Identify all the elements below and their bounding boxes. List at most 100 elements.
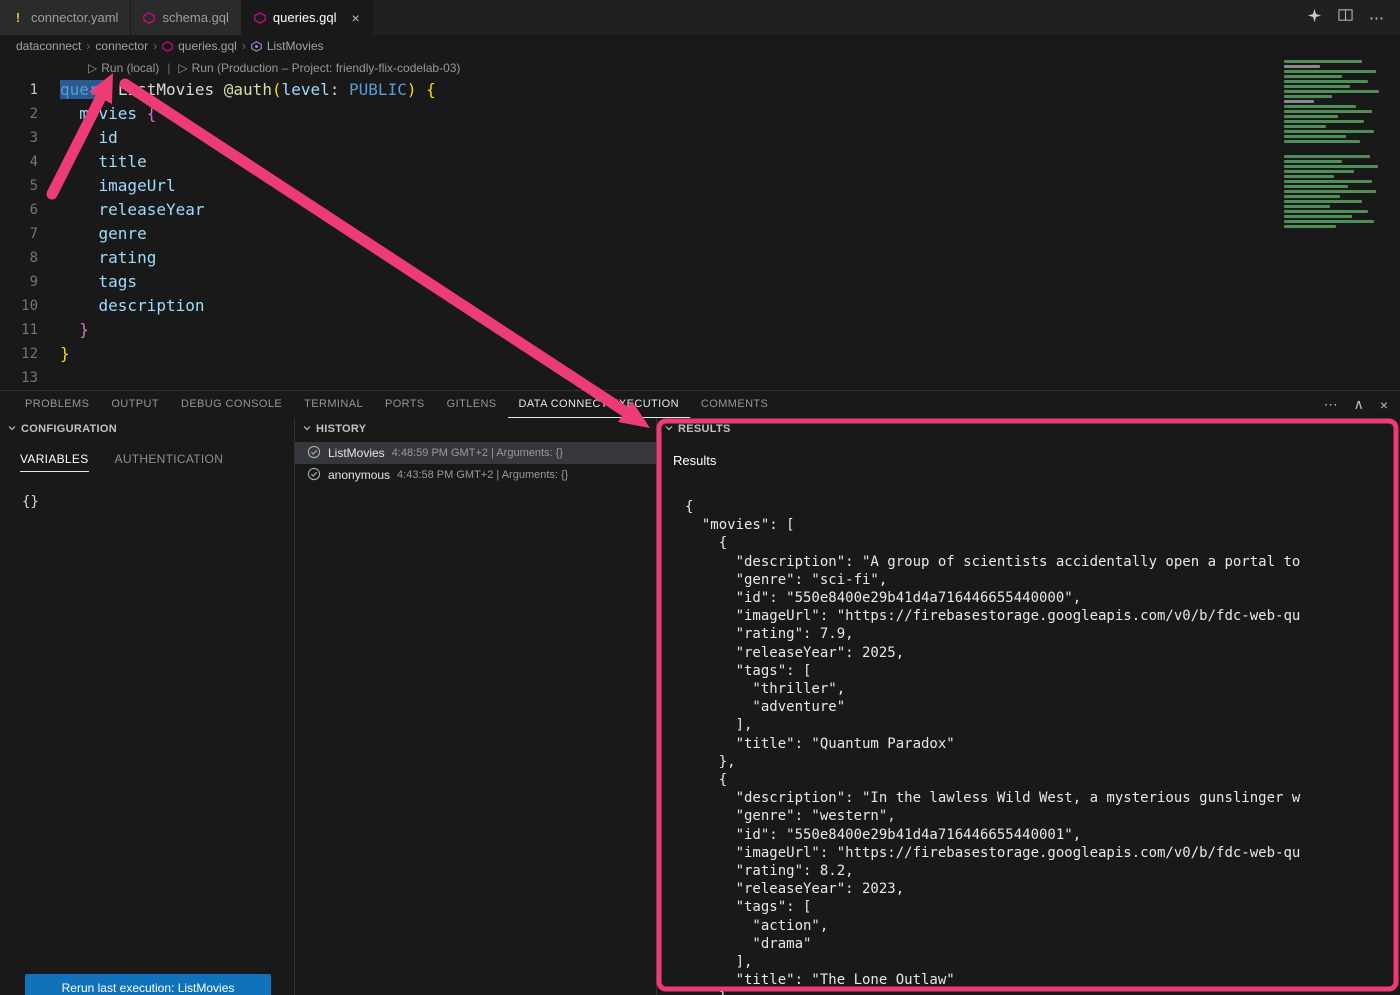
tab-label: connector.yaml: [31, 10, 118, 25]
editor-actions: ⋯: [1307, 0, 1400, 35]
data-connect-execution-view: CONFIGURATION VARIABLES AUTHENTICATION {…: [0, 418, 1400, 995]
history-item-listmovies[interactable]: ListMovies 4:48:59 PM GMT+2 | Arguments:…: [295, 442, 656, 464]
line-number: 9: [0, 270, 60, 294]
play-icon: ▷: [88, 61, 97, 75]
panel-tab-comments[interactable]: COMMENTS: [690, 391, 779, 418]
results-title: RESULTS: [678, 423, 731, 435]
configuration-title: CONFIGURATION: [21, 423, 117, 435]
status-check-icon: [307, 467, 321, 484]
codelens: ▷ Run (local) | ▷ Run (Production – Proj…: [0, 57, 1400, 78]
panel-tab-data-connect-execution[interactable]: DATA CONNECT EXECUTION: [508, 391, 690, 418]
minimap[interactable]: [1284, 60, 1396, 230]
history-header[interactable]: HISTORY: [295, 418, 656, 440]
configuration-tabs: VARIABLES AUTHENTICATION: [0, 446, 294, 472]
split-editor-icon[interactable]: [1338, 8, 1353, 27]
line-number: 12: [0, 342, 60, 366]
panel-tab-bar: PROBLEMSOUTPUTDEBUG CONSOLETERMINALPORTS…: [0, 391, 1400, 418]
graphql-icon: [254, 12, 266, 24]
tab-variables[interactable]: VARIABLES: [20, 446, 89, 472]
tab-label: schema.gql: [162, 10, 228, 25]
code-line[interactable]: 4 title: [0, 150, 1400, 174]
breadcrumb-queries-gql[interactable]: queries.gql: [178, 39, 237, 53]
panel-tab-output[interactable]: OUTPUT: [100, 391, 170, 418]
run-production-link[interactable]: ▷ Run (Production – Project: friendly-fl…: [178, 61, 460, 75]
panel-tab-problems[interactable]: PROBLEMS: [14, 391, 100, 418]
panel-tab-ports[interactable]: PORTS: [374, 391, 436, 418]
code-line[interactable]: 7 genre: [0, 222, 1400, 246]
play-icon: ▷: [178, 61, 187, 75]
editor-tab-bar: ! connector.yaml schema.gql queries.gql …: [0, 0, 1400, 35]
breadcrumb-separator: ›: [242, 39, 246, 53]
code-line[interactable]: 5 imageUrl: [0, 174, 1400, 198]
graphql-file-icon: [162, 41, 173, 52]
results-header[interactable]: RESULTS: [657, 418, 1400, 440]
tab-connector-yaml[interactable]: ! connector.yaml: [0, 0, 131, 35]
line-number: 2: [0, 102, 60, 126]
results-json-output[interactable]: { "movies": [ { "description": "A group …: [685, 498, 1400, 995]
more-actions-icon[interactable]: ⋯: [1369, 9, 1384, 27]
results-label: Results: [673, 453, 1400, 468]
code-line[interactable]: 10 description: [0, 294, 1400, 318]
chevron-down-icon: [8, 423, 16, 435]
line-number: 11: [0, 318, 60, 342]
history-title: HISTORY: [316, 423, 366, 435]
breadcrumb-listmovies[interactable]: ListMovies: [267, 39, 324, 53]
line-number: 13: [0, 366, 60, 390]
code-editor[interactable]: ▷ Run (local) | ▷ Run (Production – Proj…: [0, 57, 1400, 390]
panel-tab-terminal[interactable]: TERMINAL: [293, 391, 374, 418]
history-list: ListMovies 4:48:59 PM GMT+2 | Arguments:…: [295, 442, 656, 486]
code-line[interactable]: 2 movies {: [0, 102, 1400, 126]
tab-authentication[interactable]: AUTHENTICATION: [115, 446, 224, 472]
codelens-separator: |: [167, 61, 170, 75]
vscode-window: ! connector.yaml schema.gql queries.gql …: [0, 0, 1400, 995]
chevron-down-icon: [303, 423, 311, 435]
breadcrumb-separator: ›: [153, 39, 157, 53]
line-number: 5: [0, 174, 60, 198]
code-line[interactable]: 9 tags: [0, 270, 1400, 294]
panel-more-icon[interactable]: ⋯: [1324, 396, 1338, 413]
chevron-down-icon: [665, 423, 673, 435]
tab-label: queries.gql: [273, 10, 337, 25]
code-lines[interactable]: 1query ListMovies @auth(level: PUBLIC) {…: [0, 78, 1400, 390]
line-number: 10: [0, 294, 60, 318]
panel-close-icon[interactable]: ×: [1380, 397, 1388, 413]
panel-tab-debug-console[interactable]: DEBUG CONSOLE: [170, 391, 293, 418]
history-item-name: anonymous: [328, 468, 390, 482]
sparkle-icon[interactable]: [1307, 8, 1322, 28]
bottom-panel: PROBLEMSOUTPUTDEBUG CONSOLETERMINALPORTS…: [0, 390, 1400, 995]
code-line[interactable]: 12}: [0, 342, 1400, 366]
line-number: 6: [0, 198, 60, 222]
configuration-header[interactable]: CONFIGURATION: [0, 418, 294, 440]
configuration-section: CONFIGURATION VARIABLES AUTHENTICATION {…: [0, 418, 295, 995]
run-local-label: Run (local): [101, 61, 159, 75]
code-line[interactable]: 11 }: [0, 318, 1400, 342]
history-item-name: ListMovies: [328, 446, 385, 460]
code-line[interactable]: 6 releaseYear: [0, 198, 1400, 222]
code-line[interactable]: 8 rating: [0, 246, 1400, 270]
tab-schema-gql[interactable]: schema.gql: [131, 0, 241, 35]
code-line[interactable]: 3 id: [0, 126, 1400, 150]
line-number: 3: [0, 126, 60, 150]
line-number: 8: [0, 246, 60, 270]
code-line[interactable]: 1query ListMovies @auth(level: PUBLIC) {: [0, 78, 1400, 102]
variables-value[interactable]: {}: [22, 494, 294, 510]
history-section: HISTORY ListMovies 4:48:59 PM GMT+2 | Ar…: [295, 418, 657, 995]
run-production-label: Run (Production – Project: friendly-flix…: [192, 61, 461, 75]
breadcrumb-connector[interactable]: connector: [95, 39, 148, 53]
history-item-meta: 4:48:59 PM GMT+2 | Arguments: {}: [392, 447, 563, 459]
line-number: 4: [0, 150, 60, 174]
run-local-link[interactable]: ▷ Run (local): [88, 61, 159, 75]
history-item-anonymous[interactable]: anonymous 4:43:58 PM GMT+2 | Arguments: …: [295, 464, 656, 486]
rerun-last-execution-button[interactable]: Rerun last execution: ListMovies: [25, 974, 271, 995]
tab-queries-gql[interactable]: queries.gql ×: [242, 0, 373, 35]
panel-maximize-icon[interactable]: ∧: [1354, 396, 1364, 413]
code-line[interactable]: 13: [0, 366, 1400, 390]
breadcrumb-dataconnect[interactable]: dataconnect: [16, 39, 81, 53]
panel-tab-gitlens[interactable]: GITLENS: [436, 391, 508, 418]
breadcrumb-separator: ›: [86, 39, 90, 53]
breadcrumb: dataconnect › connector › queries.gql › …: [0, 35, 1400, 57]
listmovies-symbol-icon: [251, 41, 262, 52]
close-tab-icon[interactable]: ×: [352, 10, 360, 26]
history-item-meta: 4:43:58 PM GMT+2 | Arguments: {}: [397, 469, 568, 481]
warning-icon: !: [12, 10, 24, 25]
